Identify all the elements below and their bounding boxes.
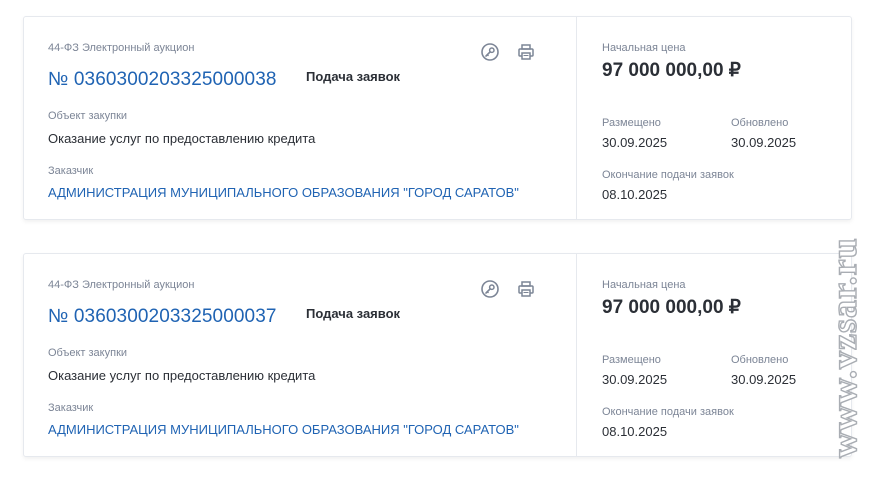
object-value: Оказание услуг по предоставлению кредита <box>48 131 316 146</box>
deadline-value: 08.10.2025 <box>602 424 668 439</box>
watermark: www.vzsar.ru <box>826 237 865 459</box>
updated-label: Обновлено <box>731 354 789 366</box>
status-badge: Подача заявок <box>306 306 401 321</box>
posted-value: 30.09.2025 <box>602 372 668 387</box>
posted-label: Размещено <box>602 354 661 366</box>
object-label: Объект закупки <box>48 110 128 122</box>
price-value: 97 000 000,00 ₽ <box>602 60 741 81</box>
deadline-label: Окончание подачи заявок <box>602 169 734 181</box>
key-icon[interactable] <box>480 279 500 299</box>
posted-label: Размещено <box>602 117 661 129</box>
tender-card-summary: Начальная цена 97 000 000,00 ₽ Размещено… <box>577 17 853 219</box>
deadline-value: 08.10.2025 <box>602 187 668 202</box>
page: 44-ФЗ Электронный аукцион № 036030020332… <box>0 0 872 479</box>
object-value: Оказание услуг по предоставлению кредита <box>48 368 316 383</box>
object-label: Объект закупки <box>48 347 128 359</box>
updated-value: 30.09.2025 <box>731 372 797 387</box>
price-value: 97 000 000,00 ₽ <box>602 297 741 318</box>
tender-number-link[interactable]: № 0360300203325000038 <box>48 69 277 91</box>
tender-card-main: 44-ФЗ Электронный аукцион № 036030020332… <box>24 17 577 219</box>
customer-link[interactable]: АДМИНИСТРАЦИЯ МУНИЦИПАЛЬНОГО ОБРАЗОВАНИЯ… <box>48 185 519 200</box>
customer-label: Заказчик <box>48 402 94 414</box>
updated-value: 30.09.2025 <box>731 135 797 150</box>
customer-link[interactable]: АДМИНИСТРАЦИЯ МУНИЦИПАЛЬНОГО ОБРАЗОВАНИЯ… <box>48 422 519 437</box>
posted-value: 30.09.2025 <box>602 135 668 150</box>
watermark-text: www.vzsar.ru <box>826 237 864 458</box>
law-type-label: 44-ФЗ Электронный аукцион <box>48 42 195 54</box>
key-icon[interactable] <box>480 42 500 62</box>
tender-card: 44-ФЗ Электронный аукцион № 036030020332… <box>23 253 852 457</box>
tender-card-main: 44-ФЗ Электронный аукцион № 036030020332… <box>24 254 577 456</box>
law-type-label: 44-ФЗ Электронный аукцион <box>48 279 195 291</box>
price-label: Начальная цена <box>602 42 686 54</box>
printer-icon[interactable] <box>516 279 536 299</box>
deadline-label: Окончание подачи заявок <box>602 406 734 418</box>
tender-number-link[interactable]: № 0360300203325000037 <box>48 306 277 328</box>
tender-card-summary: Начальная цена 97 000 000,00 ₽ Размещено… <box>577 254 853 456</box>
status-badge: Подача заявок <box>306 69 401 84</box>
printer-icon[interactable] <box>516 42 536 62</box>
tender-card: 44-ФЗ Электронный аукцион № 036030020332… <box>23 16 852 220</box>
updated-label: Обновлено <box>731 117 789 129</box>
price-label: Начальная цена <box>602 279 686 291</box>
customer-label: Заказчик <box>48 165 94 177</box>
